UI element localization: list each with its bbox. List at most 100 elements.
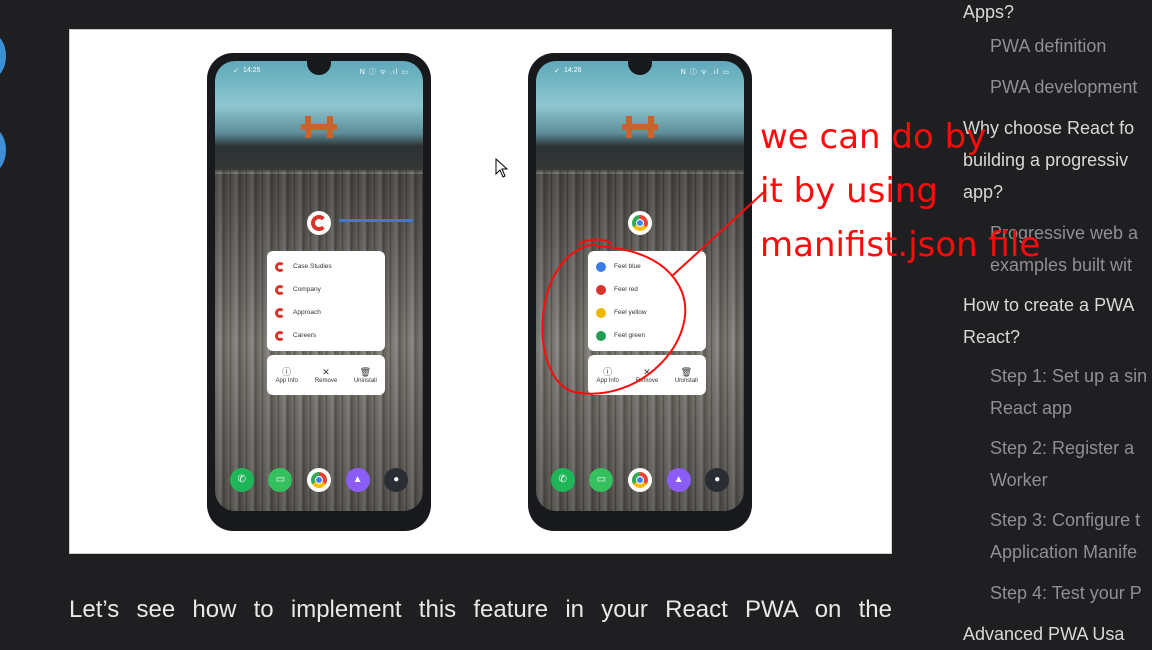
camera-icon[interactable]: ● <box>384 468 409 492</box>
c-logo-icon <box>275 307 285 318</box>
annotation-line: we can do by <box>760 117 987 157</box>
status-icons: N ⓘ ᯤ .ıl ▭ <box>680 69 730 76</box>
remove-button[interactable]: ✕ Remove <box>306 355 345 395</box>
side-button <box>750 133 752 183</box>
trash-icon: 🗑 <box>680 366 693 377</box>
app-info-button[interactable]: ⓘ App Info <box>267 355 306 395</box>
messages-icon-glyph: ▭ <box>596 474 607 485</box>
app-info-button[interactable]: ⓘ App Info <box>588 355 627 395</box>
uninstall-button[interactable]: 🗑 Uninstall <box>667 355 706 395</box>
action-label: Uninstall <box>353 377 377 384</box>
gallery-icon-glyph: ▲ <box>673 474 684 485</box>
c-logo-icon <box>275 284 285 295</box>
shortcut-menu: Feel blue Feel red Feel yellow Feel green <box>588 251 706 351</box>
edge-circle-icon <box>0 128 6 172</box>
status-left: 14:26 ✓ <box>550 67 582 75</box>
shortcut-label: Feel blue <box>614 263 641 270</box>
dot-icon <box>596 330 606 341</box>
trash-icon: 🗑 <box>359 366 372 377</box>
status-icons: N ⓘ ᯤ .ıl ▭ <box>359 69 409 76</box>
close-icon: ✕ <box>322 366 330 377</box>
chrome-icon[interactable] <box>628 211 652 235</box>
bollard-image <box>622 116 658 142</box>
gallery-icon-glyph: ▲ <box>352 474 363 485</box>
chrome-icon[interactable] <box>627 468 652 492</box>
phone-mockup: 14:26 ✓ N ⓘ ᯤ .ıl ▭ Feel blue Feel red Feel y… <box>528 53 752 531</box>
check-icon: ✓ <box>233 68 239 75</box>
shortcut-item[interactable]: Careers <box>267 324 385 347</box>
article-figure: 14:25 ✓ N ⓘ ᯤ .ıl ▭ Case Studies Company Appr… <box>69 29 892 554</box>
gallery-icon[interactable]: ▲ <box>666 468 691 492</box>
chrome-logo-icon <box>631 472 648 488</box>
shortcut-label: Approach <box>293 309 321 316</box>
remove-button[interactable]: ✕ Remove <box>627 355 666 395</box>
chrome-icon[interactable] <box>306 468 331 492</box>
info-icon: ⓘ <box>603 366 613 377</box>
mouse-cursor-icon <box>495 157 509 183</box>
c-logo-icon <box>311 215 327 231</box>
toc-link[interactable]: PWA definition <box>990 30 1106 62</box>
action-label: Remove <box>635 377 659 384</box>
dock-bar: ✆ ▭ ▲ ● <box>215 466 423 494</box>
shortcut-item[interactable]: Feel green <box>588 324 706 347</box>
shortcut-label: Feel green <box>614 332 646 339</box>
phone-icon-glyph: ✆ <box>237 474 246 485</box>
status-left: 14:25 ✓ <box>229 67 261 75</box>
edge-circle-icon <box>0 34 6 78</box>
toc-link[interactable]: Apps? <box>963 0 1014 28</box>
shortcut-item[interactable]: Feel red <box>588 278 706 301</box>
shortcut-label: Case Studies <box>293 263 332 270</box>
app-actions: ⓘ App Info ✕ Remove 🗑 Uninstall <box>588 355 706 395</box>
action-label: App Info <box>596 377 619 384</box>
chrome-logo-icon <box>632 215 648 231</box>
shortcut-item[interactable]: Feel yellow <box>588 301 706 324</box>
shortcut-label: Company <box>293 286 321 293</box>
gallery-icon[interactable]: ▲ <box>345 468 370 492</box>
article-paragraph: Let’s see how to implement this feature … <box>69 596 892 623</box>
status-time: 14:25 <box>243 67 261 74</box>
messages-icon-glyph: ▭ <box>275 474 286 485</box>
action-label: App Info <box>275 377 298 384</box>
messages-icon[interactable]: ▭ <box>589 468 614 492</box>
shortcut-item[interactable]: Company <box>267 278 385 301</box>
check-icon: ✓ <box>554 68 560 75</box>
drag-indicator <box>339 219 413 222</box>
toc-link[interactable]: Step 4: Test your P <box>990 577 1142 609</box>
shortcut-menu: Case Studies Company Approach Careers <box>267 251 385 351</box>
shortcut-item[interactable]: Case Studies <box>267 255 385 278</box>
shortcut-item[interactable]: Approach <box>267 301 385 324</box>
messages-icon[interactable]: ▭ <box>268 468 293 492</box>
phone-icon[interactable]: ✆ <box>550 468 575 492</box>
phone-mockup: 14:25 ✓ N ⓘ ᯤ .ıl ▭ Case Studies Company Appr… <box>207 53 431 531</box>
camera-icon[interactable]: ● <box>705 468 730 492</box>
status-time: 14:26 <box>564 67 582 74</box>
phone-icon[interactable]: ✆ <box>229 468 254 492</box>
c-logo-icon[interactable] <box>307 211 331 235</box>
phone-icon-glyph: ✆ <box>558 474 567 485</box>
annotation-line: manifist.json file <box>760 225 1041 265</box>
app-actions: ⓘ App Info ✕ Remove 🗑 Uninstall <box>267 355 385 395</box>
toc-link[interactable]: Step 1: Set up a sin React app <box>990 360 1147 424</box>
toc-link[interactable]: How to create a PWA React? <box>963 289 1134 353</box>
dock-bar: ✆ ▭ ▲ ● <box>536 466 744 494</box>
action-label: Uninstall <box>674 377 698 384</box>
phone-screen: 14:26 ✓ N ⓘ ᯤ .ıl ▭ Feel blue Feel red Feel y… <box>536 61 744 511</box>
toc-link[interactable]: Step 3: Configure t Application Manife <box>990 504 1140 568</box>
dot-icon <box>596 284 606 295</box>
info-icon: ⓘ <box>282 366 292 377</box>
toc-link[interactable]: PWA development <box>990 71 1137 103</box>
c-logo-icon <box>275 330 285 341</box>
shortcut-label: Feel yellow <box>614 309 647 316</box>
camera-icon-glyph: ● <box>393 474 400 485</box>
toc-link[interactable]: Step 2: Register a Worker <box>990 432 1134 496</box>
shortcut-label: Feel red <box>614 286 638 293</box>
shortcut-item[interactable]: Feel blue <box>588 255 706 278</box>
shortcut-label: Careers <box>293 332 317 339</box>
dot-icon <box>596 261 606 272</box>
uninstall-button[interactable]: 🗑 Uninstall <box>346 355 385 395</box>
toc-link[interactable]: Advanced PWA Usa <box>963 618 1124 650</box>
camera-icon-glyph: ● <box>714 474 721 485</box>
close-icon: ✕ <box>643 366 651 377</box>
dot-icon <box>596 307 606 318</box>
bollard-image <box>301 116 337 142</box>
